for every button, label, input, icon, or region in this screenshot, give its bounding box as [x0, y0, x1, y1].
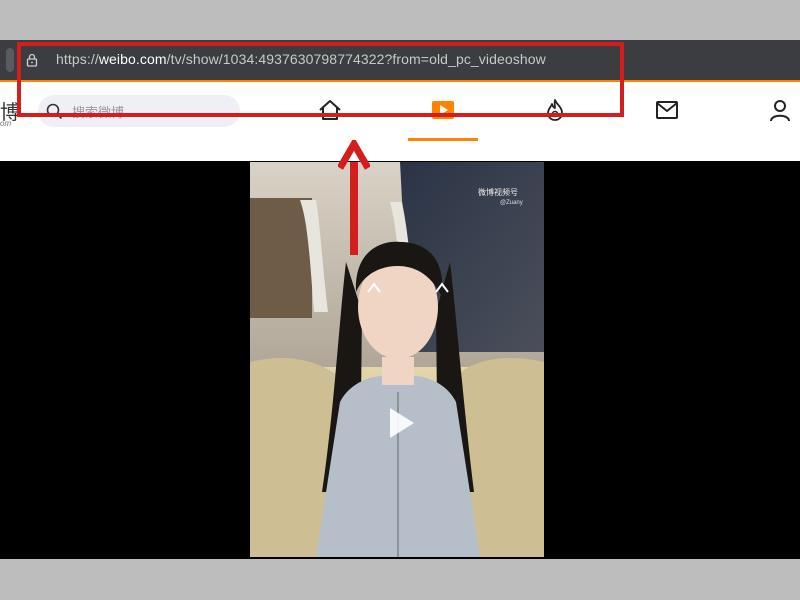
- play-icon[interactable]: [378, 402, 420, 444]
- video-watermark: 微博视频号: [478, 188, 518, 197]
- video-player[interactable]: [250, 162, 544, 557]
- mail-icon[interactable]: [654, 97, 680, 123]
- tab-strip-edge: [6, 48, 14, 72]
- video-tab-underline: [408, 138, 478, 141]
- video-frame-image: [250, 162, 544, 557]
- video-watermark-handle: @Zuany: [500, 200, 523, 206]
- user-icon[interactable]: [767, 97, 793, 123]
- weibo-logo-subtext: om: [0, 119, 12, 128]
- url-highlight-box: [17, 42, 624, 117]
- up-arrow-annotation: [338, 140, 370, 255]
